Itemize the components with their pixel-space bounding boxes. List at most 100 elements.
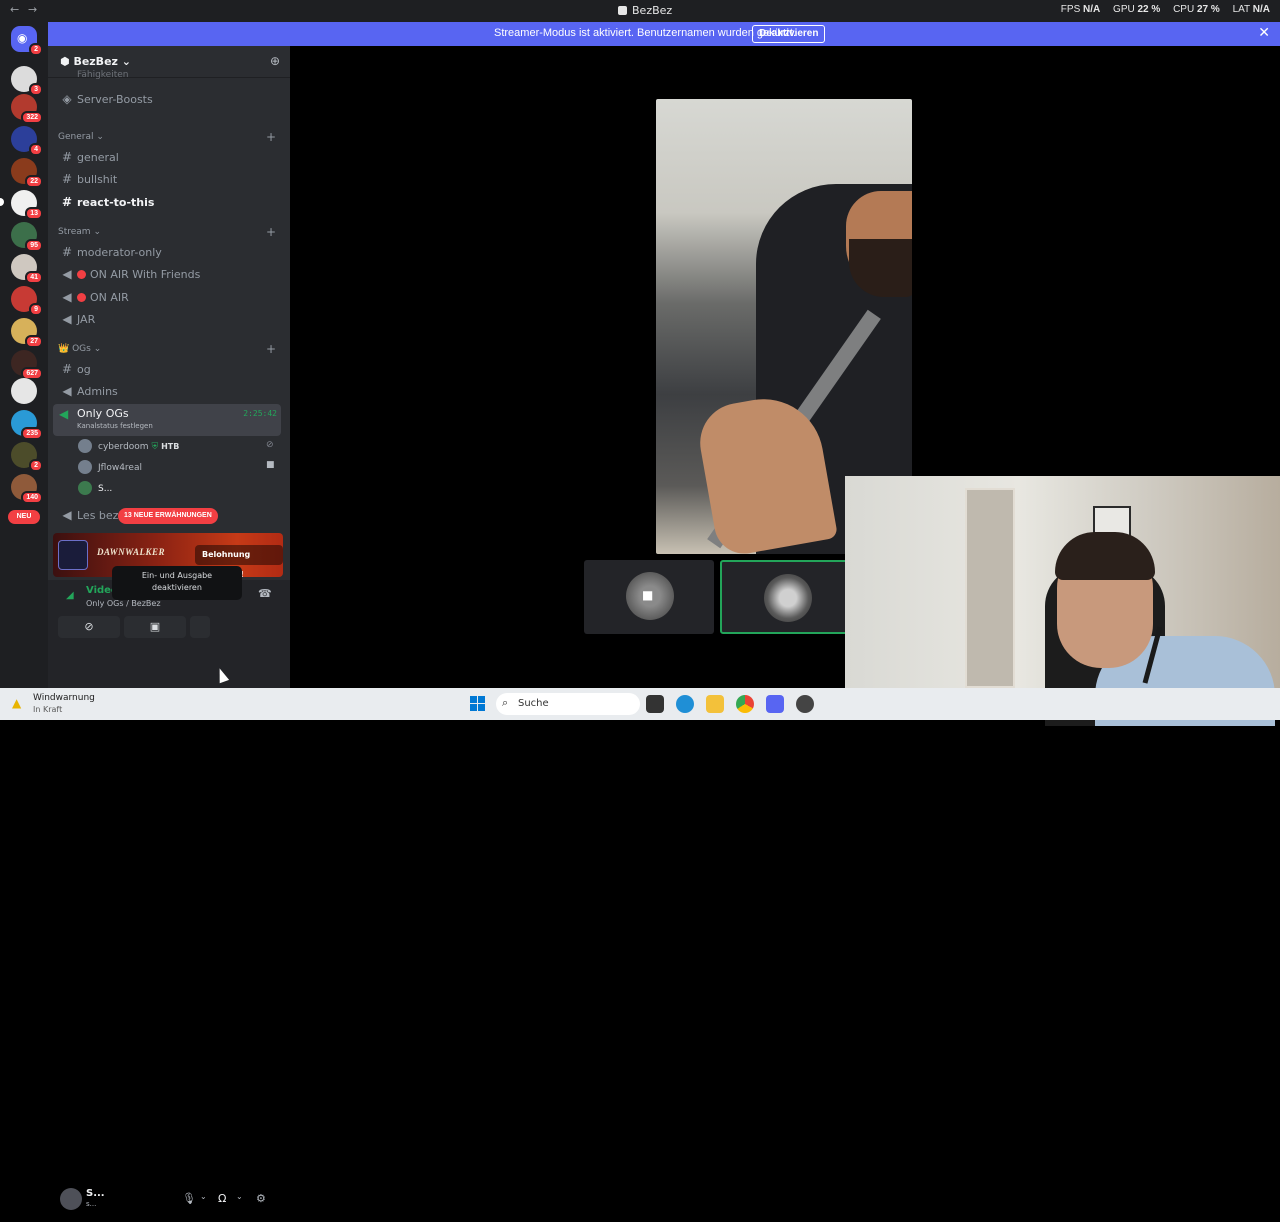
- channel-og[interactable]: # og: [60, 362, 91, 382]
- voice-user[interactable]: S...: [78, 481, 112, 497]
- channel-partial[interactable]: Fähigkeiten: [60, 70, 128, 80]
- close-icon[interactable]: ✕: [1258, 25, 1270, 41]
- category-ogs[interactable]: 👑 OGs ⌄: [58, 344, 101, 354]
- server-icon[interactable]: [11, 378, 37, 404]
- camera-off-icon: ⊘: [84, 620, 94, 633]
- chrome-icon[interactable]: [736, 695, 754, 713]
- boost-icon: ◈: [62, 92, 72, 106]
- server-icon[interactable]: 3: [11, 66, 43, 96]
- discord-icon: ◉: [17, 31, 28, 45]
- forward-arrow-icon[interactable]: →: [28, 3, 37, 16]
- muted-icon: ⊘: [266, 440, 274, 450]
- hash-icon: #: [61, 245, 73, 259]
- activities-button[interactable]: [190, 616, 210, 638]
- server-icon[interactable]: 22: [11, 158, 43, 188]
- participant-tile-speaking[interactable]: [720, 560, 850, 634]
- window-title: BezBez: [618, 4, 672, 17]
- badge: 2: [29, 43, 43, 56]
- file-explorer-icon[interactable]: [706, 695, 724, 713]
- channel-on-air-with-friends[interactable]: ◀ ON AIR With Friends: [60, 267, 200, 287]
- home-button[interactable]: ◉ 2: [11, 26, 43, 56]
- avatar: [78, 481, 92, 495]
- signal-icon[interactable]: ◢: [66, 590, 74, 601]
- hash-icon: #: [61, 172, 73, 186]
- server-icon[interactable]: 95: [11, 222, 43, 252]
- server-icon[interactable]: 235: [11, 410, 43, 440]
- task-view-icon[interactable]: [646, 695, 664, 713]
- taskbar-search[interactable]: ⌕ Suche: [496, 693, 640, 715]
- participant-tile[interactable]: ■: [584, 560, 714, 634]
- new-mentions-pill[interactable]: 13 NEUE ERWÄHNUNGEN: [118, 508, 218, 524]
- streamer-mode-banner: Streamer-Modus ist aktiviert. Benutzerna…: [48, 22, 1280, 46]
- steam-icon[interactable]: [796, 695, 814, 713]
- channel-react-to-this[interactable]: # react-to-this: [60, 195, 154, 215]
- server-icon[interactable]: 27: [11, 318, 43, 348]
- claim-reward-button[interactable]: Belohnung erhalten!: [195, 545, 283, 579]
- headphones-icon[interactable]: Ω: [218, 1192, 226, 1205]
- deactivate-button[interactable]: Deaktivieren: [752, 25, 826, 43]
- channel-status[interactable]: Kanalstatus festlegen: [77, 422, 153, 430]
- server-boosts-item[interactable]: ◈ Server-Boosts: [60, 92, 152, 112]
- channel-only-ogs[interactable]: ◀ Only OGs Kanalstatus festlegen 2:25:42: [53, 404, 281, 436]
- server-rail: ◉ 2 3 322 4 22 13 95 41 9 27 627 235 2 1…: [0, 22, 48, 688]
- microphone-icon[interactable]: 🎙: [182, 1192, 196, 1205]
- call-timer: 2:25:42: [243, 409, 277, 418]
- chevron-down-icon[interactable]: ⌄: [200, 1192, 207, 1201]
- category-general[interactable]: General ⌄: [58, 132, 104, 142]
- streamer-headset: [1055, 532, 1155, 580]
- live-dot: [77, 293, 86, 302]
- live-dot: [77, 270, 86, 279]
- speaker-icon: ◀: [62, 290, 72, 304]
- channel-bullshit[interactable]: # bullshit: [60, 172, 117, 192]
- game-logo-icon: [58, 540, 88, 570]
- webcam-overlay: [845, 476, 1280, 726]
- channel-les[interactable]: ◀ Les bezb: [60, 508, 125, 528]
- channel-moderator-only[interactable]: # moderator-only: [60, 245, 162, 265]
- server-icon[interactable]: 140: [11, 474, 43, 504]
- voice-user[interactable]: Jflow4real: [78, 460, 142, 476]
- tooltip: Ein- und Ausgabe deaktivieren: [112, 566, 242, 600]
- new-unreads-pill[interactable]: NEU: [8, 510, 40, 524]
- avatar[interactable]: [60, 1188, 82, 1210]
- shield-icon: ⛨: [151, 442, 159, 452]
- server-icon[interactable]: 322: [11, 94, 43, 124]
- add-channel-icon[interactable]: +: [266, 225, 276, 239]
- disconnect-icon[interactable]: ☎: [258, 587, 272, 600]
- discord-icon[interactable]: [766, 695, 784, 713]
- search-icon: ⌕: [502, 696, 509, 709]
- voice-user[interactable]: cyberdoom ⛨ HTB: [78, 439, 179, 455]
- weather-title[interactable]: Windwarnung: [33, 693, 95, 703]
- channel-jar[interactable]: ◀ JAR: [60, 312, 95, 332]
- speaker-icon: ◀: [59, 407, 69, 421]
- back-arrow-icon[interactable]: ←: [10, 3, 19, 16]
- server-icon[interactable]: 41: [11, 254, 43, 284]
- add-channel-icon[interactable]: +: [266, 342, 276, 356]
- voice-channel[interactable]: Only OGs / BezBez: [86, 599, 161, 608]
- camera-toggle-button[interactable]: ⊘: [58, 616, 120, 638]
- server-icon[interactable]: 9: [11, 286, 43, 316]
- app-icon: [618, 6, 627, 15]
- title-bar: ← → BezBez FPS N/A GPU 22 % CPU 27 % LAT…: [0, 0, 1280, 22]
- screen-share-button[interactable]: ▣: [124, 616, 186, 638]
- gear-icon[interactable]: ⚙: [256, 1192, 266, 1205]
- chevron-down-icon[interactable]: ⌄: [236, 1192, 243, 1201]
- server-icon[interactable]: 4: [11, 126, 43, 156]
- channel-admins[interactable]: ◀ Admins: [60, 384, 117, 404]
- channel-general[interactable]: # general: [60, 150, 119, 170]
- banner-message: Streamer-Modus ist aktiviert. Benutzerna…: [494, 27, 797, 39]
- warning-icon[interactable]: ▲: [12, 696, 21, 710]
- start-button[interactable]: [470, 696, 486, 712]
- channel-on-air[interactable]: ◀ ON AIR: [60, 290, 128, 310]
- username[interactable]: S...: [86, 1188, 105, 1199]
- category-stream[interactable]: Stream ⌄: [58, 227, 101, 237]
- server-icon[interactable]: 13: [11, 190, 43, 220]
- edge-icon[interactable]: [676, 695, 694, 713]
- speaker-icon: ◀: [62, 384, 72, 398]
- add-channel-icon[interactable]: +: [266, 130, 276, 144]
- server-icon[interactable]: 2: [11, 442, 43, 472]
- avatar: [764, 574, 812, 622]
- server-icon[interactable]: 627: [11, 350, 43, 380]
- game-title: DAWNWALKER: [97, 547, 166, 557]
- speaker-icon: ◀: [62, 508, 72, 522]
- invite-icon[interactable]: ⊕: [270, 54, 280, 68]
